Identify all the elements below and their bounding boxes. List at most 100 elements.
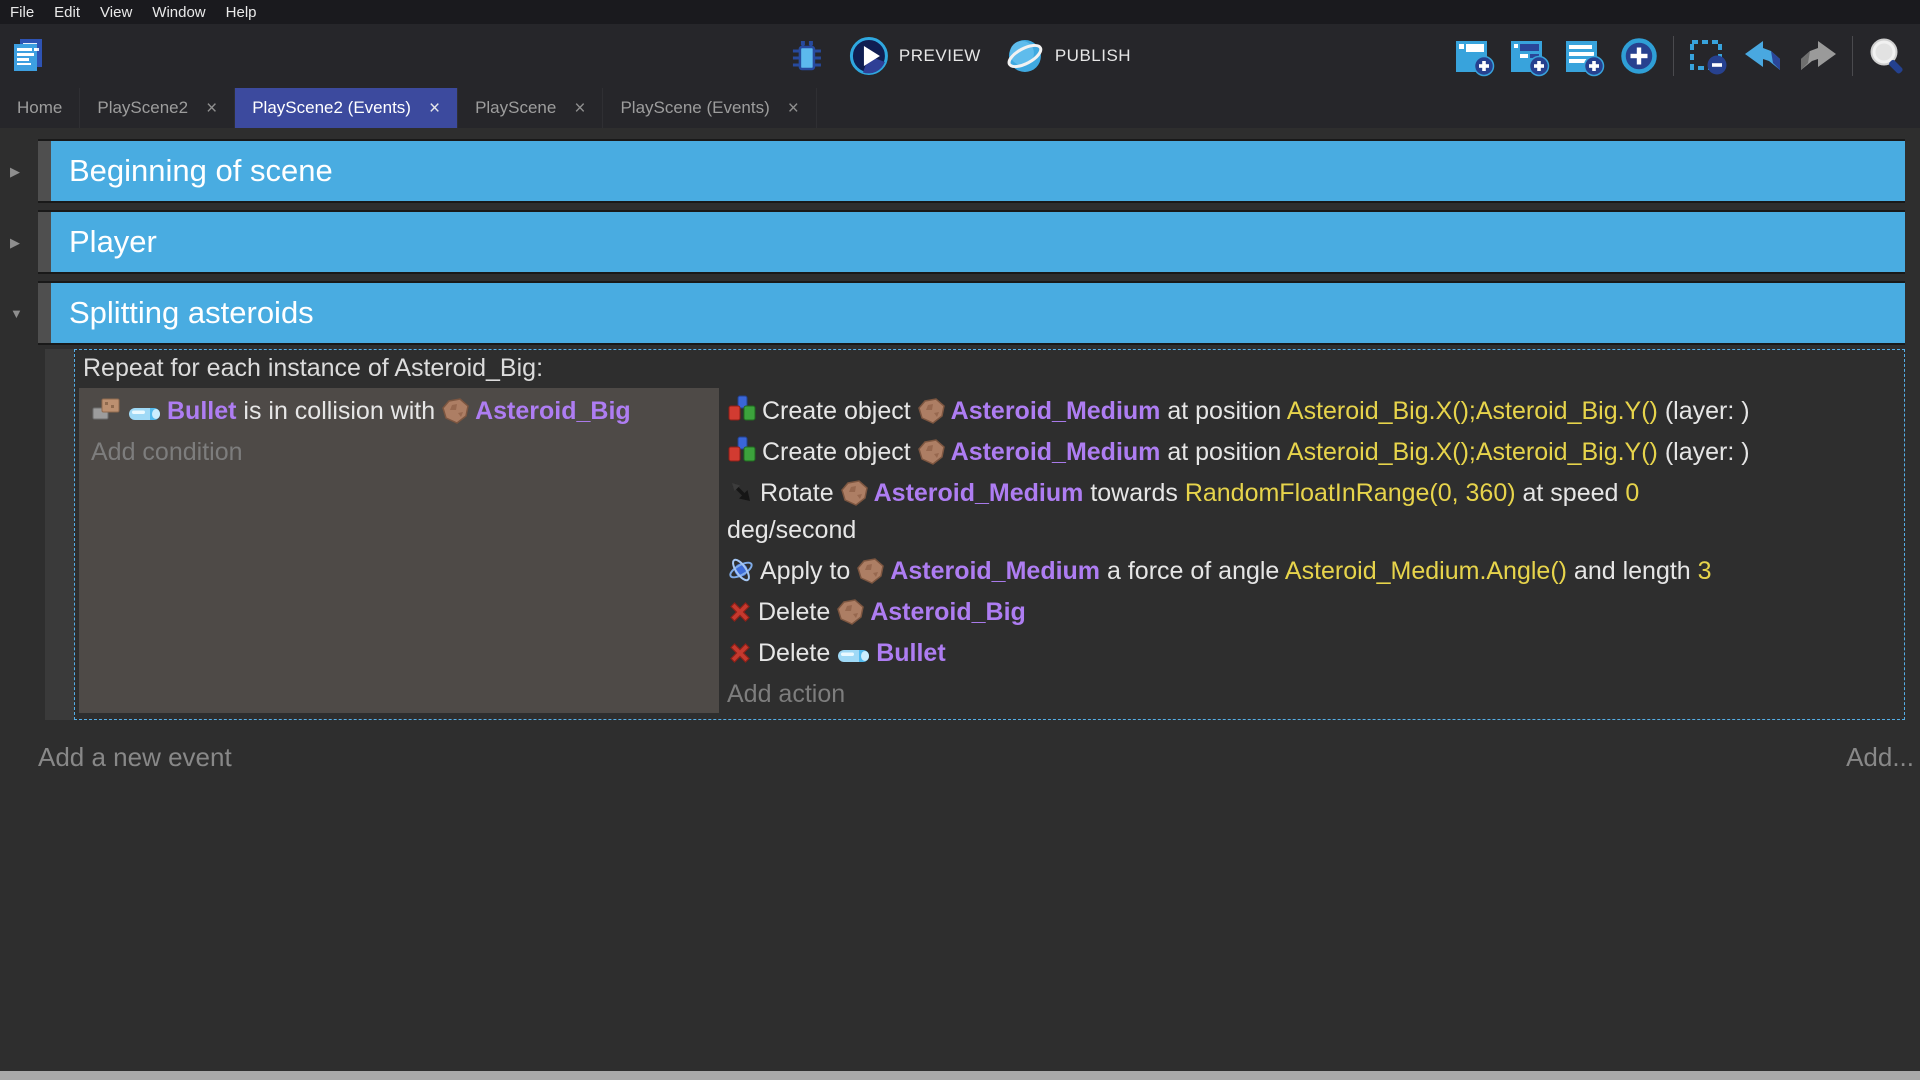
object-name: Asteroid_Big <box>475 397 631 425</box>
tab-bar: Home PlayScene2 PlayScene2 (Events) Play… <box>0 88 1920 128</box>
expand-arrow-icon[interactable] <box>10 235 20 251</box>
asteroid-icon <box>837 594 865 631</box>
action-row[interactable]: Delete Bullet <box>727 635 1880 672</box>
event-group-player[interactable]: Player <box>38 212 1905 272</box>
conditions-panel: Bullet is in collision with Asteroid_Big… <box>79 388 719 713</box>
event-group-beginning-of-scene[interactable]: Beginning of scene <box>38 141 1905 201</box>
remove-selection-icon[interactable] <box>1687 35 1729 77</box>
tab-label: PlayScene2 (Events) <box>252 98 411 118</box>
object-name: Asteroid_Medium <box>890 557 1100 585</box>
delete-icon <box>727 594 753 631</box>
condition-row[interactable]: Bullet is in collision with Asteroid_Big <box>91 393 709 430</box>
menu-item-file[interactable]: File <box>10 4 34 21</box>
sentence-text: (layer: ) <box>1658 438 1750 466</box>
asteroid-icon <box>918 393 946 430</box>
sentence-text: Rotate <box>760 479 841 507</box>
sentence-text: (layer: ) <box>1658 397 1750 425</box>
group-title: Player <box>69 224 157 260</box>
group-title: Beginning of scene <box>69 153 333 189</box>
object-name: Asteroid_Big <box>870 598 1026 626</box>
sentence-text: towards <box>1083 479 1184 507</box>
tab-label: PlayScene2 <box>97 98 188 118</box>
repeat-event-header[interactable]: Repeat for each instance of Asteroid_Big… <box>79 353 1900 388</box>
close-icon[interactable] <box>429 99 440 118</box>
tab-playscene2[interactable]: PlayScene2 <box>80 88 235 128</box>
object-name: Asteroid_Medium <box>951 438 1161 466</box>
tab-playscene[interactable]: PlayScene <box>458 88 603 128</box>
toolbar: PREVIEW PUBLISH <box>0 24 1920 88</box>
object-name: Asteroid_Medium <box>874 479 1084 507</box>
tab-label: PlayScene (Events) <box>620 98 769 118</box>
bullet-icon <box>128 393 162 430</box>
expression: Asteroid_Medium.Angle() <box>1285 557 1567 585</box>
force-icon <box>727 553 755 590</box>
add-event-icon[interactable] <box>1453 35 1495 77</box>
object-name: Bullet <box>167 397 236 425</box>
sentence-text: at position <box>1160 397 1286 425</box>
close-icon[interactable] <box>206 99 217 118</box>
delete-icon <box>727 635 753 672</box>
tab-playscene2-events[interactable]: PlayScene2 (Events) <box>235 88 458 128</box>
asteroid-icon <box>442 393 470 430</box>
action-row[interactable]: Rotate Asteroid_Medium towards RandomFlo… <box>727 475 1880 549</box>
horizontal-scrollbar[interactable] <box>0 1071 1920 1080</box>
menu-item-window[interactable]: Window <box>152 4 205 21</box>
redo-icon[interactable] <box>1797 38 1839 74</box>
group-title: Splitting asteroids <box>69 295 314 331</box>
add-action-button[interactable]: Add action <box>727 676 1880 713</box>
add-comment-icon[interactable] <box>1563 35 1605 77</box>
add-subevent-icon[interactable] <box>1508 35 1550 77</box>
add-circle-icon[interactable] <box>1618 35 1660 77</box>
actions-panel: Create object Asteroid_Medium at positio… <box>719 388 1900 713</box>
asteroid-icon <box>841 475 869 512</box>
expression: 3 <box>1698 557 1712 585</box>
preview-label: PREVIEW <box>899 46 981 66</box>
action-row[interactable]: Create object Asteroid_Medium at positio… <box>727 393 1880 430</box>
event-group-splitting-asteroids[interactable]: Splitting asteroids <box>38 283 1905 343</box>
expand-arrow-icon[interactable] <box>10 164 20 180</box>
action-row[interactable]: Apply to Asteroid_Medium a force of angl… <box>727 553 1880 590</box>
collision-icon <box>91 393 123 430</box>
menu-item-help[interactable]: Help <box>226 4 257 21</box>
sentence-text: Create object <box>762 438 918 466</box>
tab-playscene-events[interactable]: PlayScene (Events) <box>603 88 816 128</box>
undo-icon[interactable] <box>1742 38 1784 74</box>
sentence-text: Apply to <box>760 557 857 585</box>
create-object-icon <box>727 393 757 430</box>
object-name: Asteroid_Medium <box>951 397 1161 425</box>
publish-label: PUBLISH <box>1055 46 1131 66</box>
expression: Asteroid_Big.X();Asteroid_Big.Y() <box>1287 438 1658 466</box>
search-icon[interactable] <box>1866 35 1908 77</box>
add-new-event-button[interactable]: Add a new event <box>38 742 232 773</box>
asteroid-icon <box>857 553 885 590</box>
expression: 0 <box>1625 479 1639 507</box>
menu-item-edit[interactable]: Edit <box>54 4 80 21</box>
menu-bar: File Edit View Window Help <box>0 0 1920 24</box>
menu-item-view[interactable]: View <box>100 4 132 21</box>
close-icon[interactable] <box>788 99 799 118</box>
rotate-icon <box>727 475 755 512</box>
add-more-button[interactable]: Add... <box>1846 742 1914 773</box>
gdevelop-window: File Edit View Window Help PREVIEW PUBLI… <box>0 0 1920 1080</box>
action-row[interactable]: Delete Asteroid_Big <box>727 594 1880 631</box>
tab-home[interactable]: Home <box>0 88 80 128</box>
close-icon[interactable] <box>574 99 585 118</box>
collapse-arrow-icon[interactable] <box>10 306 23 321</box>
sentence-text: Delete <box>758 639 837 667</box>
events-sheet: Beginning of scene Player Splitting aste… <box>0 128 1920 1071</box>
sentence-text: is in collision with <box>236 397 442 425</box>
toolbar-separator <box>1852 36 1853 76</box>
repeat-for-each-event[interactable]: Repeat for each instance of Asteroid_Big… <box>74 349 1905 720</box>
bullet-icon <box>837 635 871 672</box>
publish-button[interactable]: PUBLISH <box>1005 36 1131 76</box>
sentence-text: Delete <box>758 598 837 626</box>
asteroid-icon <box>918 434 946 471</box>
preview-button[interactable]: PREVIEW <box>849 36 981 76</box>
create-object-icon <box>727 434 757 471</box>
expression: RandomFloatInRange(0, 360) <box>1185 479 1516 507</box>
debug-icon[interactable] <box>789 38 825 74</box>
project-manager-icon[interactable] <box>10 38 46 74</box>
action-row[interactable]: Create object Asteroid_Medium at positio… <box>727 434 1880 471</box>
globe-icon <box>1005 36 1045 76</box>
add-condition-button[interactable]: Add condition <box>91 434 709 471</box>
